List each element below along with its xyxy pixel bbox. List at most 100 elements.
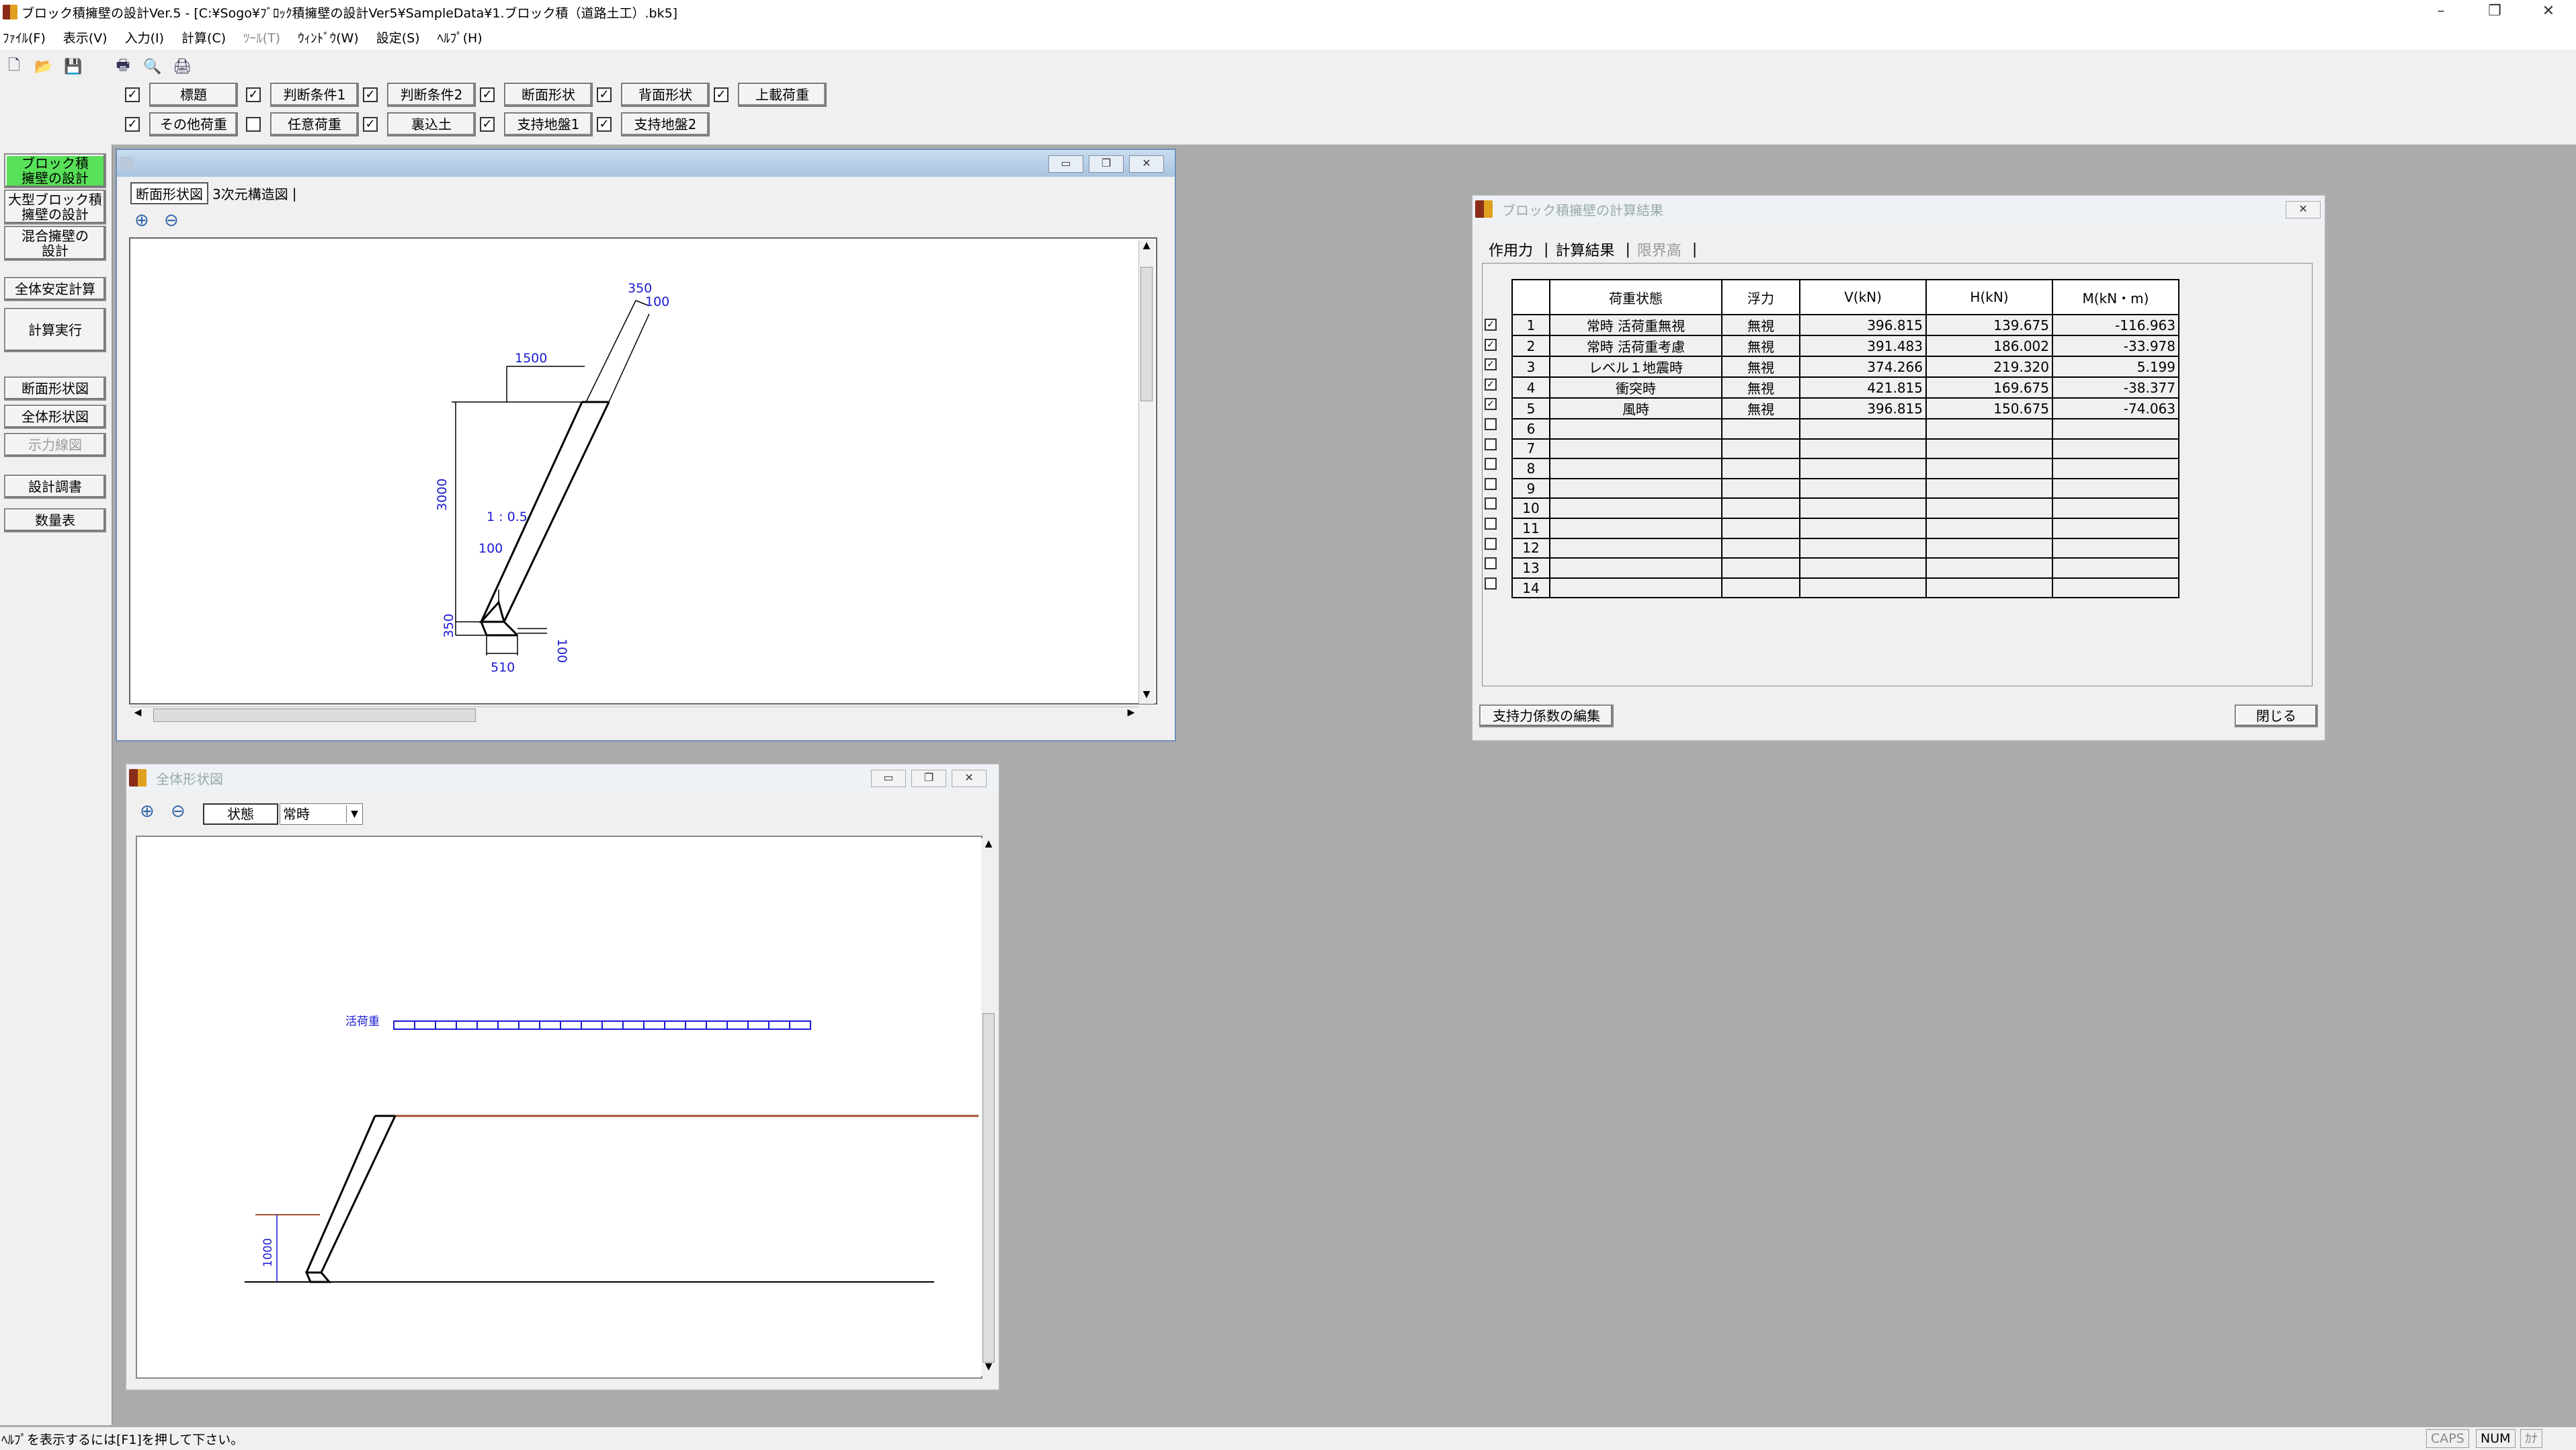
table-row[interactable]: 4 衝突時 無視 421.815 169.675 -38.377 — [1511, 376, 2179, 399]
btn-any-load[interactable]: 任意荷重 — [270, 112, 359, 136]
zoom-in-icon[interactable]: ⊕ — [134, 210, 149, 231]
minimize-button[interactable]: – — [2414, 0, 2468, 24]
save-icon[interactable]: 💾 — [62, 55, 85, 78]
design-report-button[interactable]: 設計調書 — [4, 475, 106, 499]
row-checkbox[interactable] — [1485, 577, 1497, 590]
table-row[interactable]: 6 — [1511, 418, 2179, 440]
checkbox-judge1[interactable]: ✓ — [246, 87, 261, 102]
chevron-down-icon[interactable]: ▼ — [346, 805, 362, 823]
btn-section[interactable]: 断面形状 — [504, 83, 593, 107]
overall-restore-button[interactable]: ❐ — [911, 770, 946, 787]
section-canvas[interactable]: 350 100 1500 3000 1 : 0.5 100 350 100 51… — [129, 237, 1157, 704]
btn-other-load[interactable]: その他荷重 — [149, 112, 238, 136]
menu-file[interactable]: ﾌｧｲﾙ(F) — [3, 28, 46, 46]
btn-surcharge[interactable]: 上載荷重 — [738, 83, 827, 107]
restore-button[interactable]: ❐ — [2468, 0, 2522, 24]
table-row[interactable]: 8 — [1511, 458, 2179, 479]
overall-vertical-scrollbar[interactable]: ▲ ▼ — [981, 838, 997, 1376]
printer-setup-icon[interactable]: 🖨 — [171, 55, 194, 78]
table-row[interactable]: 7 — [1511, 438, 2179, 460]
section-horizontal-scrollbar[interactable]: ◀ ▶ — [130, 707, 1138, 724]
open-folder-icon[interactable]: 📂 — [32, 55, 55, 78]
tab-3d-view[interactable]: 3次元構造図 — [212, 184, 288, 203]
menu-settings[interactable]: 設定(S) — [376, 28, 420, 46]
tab-section-view[interactable]: 断面形状図 — [130, 182, 208, 204]
btn-backfill[interactable]: 裏込土 — [387, 112, 476, 136]
section-close-button[interactable]: ✕ — [1129, 155, 1164, 173]
row-checkbox[interactable] — [1485, 537, 1497, 550]
menu-view[interactable]: 表示(V) — [63, 28, 108, 46]
checkbox-section[interactable]: ✓ — [480, 87, 495, 102]
checkbox-surcharge[interactable]: ✓ — [714, 87, 729, 102]
section-minimize-button[interactable]: ▭ — [1048, 155, 1083, 173]
tab-result[interactable]: 計算結果 — [1555, 239, 1614, 260]
menu-tool[interactable]: ﾂｰﾙ(T) — [243, 28, 280, 46]
checkbox-backfill[interactable]: ✓ — [363, 117, 378, 132]
zoom-out-icon[interactable]: ⊖ — [164, 210, 179, 231]
row-checkbox[interactable] — [1485, 438, 1497, 450]
menu-input[interactable]: 入力(I) — [125, 28, 164, 46]
table-row[interactable]: 3 レベル１地震時 無視 374.266 219.320 5.199 — [1511, 356, 2179, 378]
overall-canvas[interactable]: 活荷重 1000 — [136, 836, 983, 1379]
print-preview-icon[interactable]: 🔍 — [141, 55, 164, 78]
table-row[interactable]: 9 — [1511, 477, 2179, 499]
run-calc-button[interactable]: 計算実行 — [4, 308, 106, 352]
row-checkbox[interactable] — [1485, 418, 1497, 430]
btn-judge2[interactable]: 判断条件2 — [387, 83, 476, 107]
table-row[interactable]: 1 常時 活荷重無視 無視 396.815 139.675 -116.963 — [1511, 314, 2179, 336]
tab-limit-height[interactable]: 限界高 — [1637, 239, 1681, 260]
section-view-button[interactable]: 断面形状図 — [4, 376, 106, 401]
menu-window[interactable]: ｳｨﾝﾄﾞｳ(W) — [298, 28, 359, 46]
section-vertical-scrollbar[interactable]: ▲ ▼ — [1138, 240, 1155, 704]
row-checkbox[interactable]: ✓ — [1485, 338, 1497, 351]
close-result-button[interactable]: 閉じる — [2235, 704, 2318, 727]
checkbox-judge2[interactable]: ✓ — [363, 87, 378, 102]
stability-calc-button[interactable]: 全体安定計算 — [4, 277, 106, 301]
btn-judge1[interactable]: 判断条件1 — [270, 83, 359, 107]
row-checkbox[interactable]: ✓ — [1485, 319, 1497, 331]
table-row[interactable]: 10 — [1511, 497, 2179, 519]
checkbox-other-load[interactable]: ✓ — [125, 117, 140, 132]
state-select[interactable]: 常時 ▼ — [280, 803, 363, 825]
menu-calc[interactable]: 計算(C) — [181, 28, 226, 46]
btn-ground1[interactable]: 支持地盤1 — [504, 112, 593, 136]
edit-bearing-coef-button[interactable]: 支持力係数の編集 — [1479, 704, 1614, 727]
sidebar-mixed-design[interactable]: 混合擁壁の 設計 — [4, 226, 106, 261]
btn-back[interactable]: 背面形状 — [621, 83, 710, 107]
table-row[interactable]: 2 常時 活荷重考慮 無視 391.483 186.002 -33.978 — [1511, 335, 2179, 357]
row-checkbox[interactable] — [1485, 458, 1497, 471]
btn-ground2[interactable]: 支持地盤2 — [621, 112, 710, 136]
row-checkbox[interactable]: ✓ — [1485, 358, 1497, 371]
table-row[interactable]: 11 — [1511, 517, 2179, 539]
row-checkbox[interactable]: ✓ — [1485, 398, 1497, 411]
print-icon[interactable]: 🖶 — [112, 55, 134, 78]
tab-force[interactable]: 作用力 — [1489, 239, 1533, 260]
close-button[interactable]: ✕ — [2522, 0, 2575, 24]
checkbox-title[interactable]: ✓ — [125, 87, 140, 102]
row-checkbox[interactable] — [1485, 497, 1497, 510]
new-file-icon[interactable]: 🗋 — [3, 55, 26, 78]
row-checkbox[interactable] — [1485, 477, 1497, 490]
overall-zoom-in-icon[interactable]: ⊕ — [140, 801, 155, 821]
force-line-button[interactable]: 示力線図 — [4, 433, 106, 457]
sidebar-large-block-design[interactable]: 大型ブロック積 擁壁の設計 — [4, 190, 106, 225]
table-row[interactable]: 14 — [1511, 577, 2179, 599]
row-checkbox[interactable] — [1485, 518, 1497, 530]
row-checkbox[interactable] — [1485, 557, 1497, 570]
checkbox-any-load[interactable] — [246, 117, 261, 132]
overall-zoom-out-icon[interactable]: ⊖ — [171, 801, 185, 821]
overall-close-button[interactable]: ✕ — [952, 770, 987, 787]
menu-help[interactable]: ﾍﾙﾌﾟ(H) — [438, 28, 483, 46]
checkbox-ground2[interactable]: ✓ — [597, 117, 612, 132]
btn-title[interactable]: 標題 — [149, 83, 238, 107]
section-restore-button[interactable]: ❐ — [1089, 155, 1124, 173]
overall-view-button[interactable]: 全体形状図 — [4, 405, 106, 429]
result-close-button[interactable]: ✕ — [2286, 201, 2321, 218]
table-row[interactable]: 13 — [1511, 557, 2179, 579]
quantity-table-button[interactable]: 数量表 — [4, 508, 106, 532]
sidebar-block-design[interactable]: ブロック積 擁壁の設計 — [4, 153, 106, 188]
overall-minimize-button[interactable]: ▭ — [871, 770, 906, 787]
checkbox-ground1[interactable]: ✓ — [480, 117, 495, 132]
checkbox-back[interactable]: ✓ — [597, 87, 612, 102]
table-row[interactable]: 12 — [1511, 537, 2179, 559]
